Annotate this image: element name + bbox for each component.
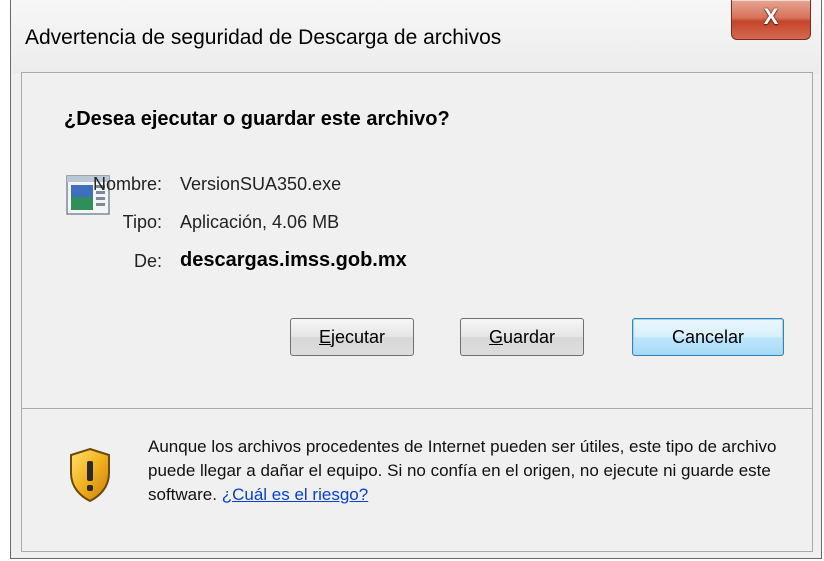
dialog-question: ¿Desea ejecutar o guardar este archivo?: [64, 108, 450, 130]
warning-section: Aunque los archivos procedentes de Inter…: [22, 409, 812, 551]
close-icon: X: [763, 4, 779, 29]
type-label: Tipo:: [122, 212, 162, 232]
run-button[interactable]: Ejecutar: [290, 318, 414, 356]
shield-warning-icon: [70, 447, 110, 503]
run-label-rest: jecutar: [330, 327, 386, 347]
title-bar[interactable]: Advertencia de seguridad de Descarga de …: [11, 0, 821, 74]
save-button[interactable]: Guardar: [460, 318, 584, 356]
warning-message: Aunque los archivos procedentes de Inter…: [148, 435, 788, 507]
download-security-dialog: Advertencia de seguridad de Descarga de …: [10, 0, 822, 559]
save-label-rest: uardar: [502, 327, 556, 347]
file-type-value: Aplicación, 4.06 MB: [180, 212, 340, 232]
file-source-value: descargas.imss.gob.mx: [180, 249, 407, 271]
window-title: Advertencia de seguridad de Descarga de …: [25, 26, 502, 49]
close-button[interactable]: X: [731, 0, 811, 40]
risk-link[interactable]: ¿Cuál es el riesgo?: [222, 485, 368, 504]
save-mnemonic: G: [488, 327, 503, 347]
dialog-content: ¿Desea ejecutar o guardar este archivo? …: [21, 72, 813, 552]
name-label: Nombre:: [92, 174, 162, 194]
run-mnemonic: E: [318, 327, 331, 347]
file-name-value: VersionSUA350.exe: [180, 174, 342, 194]
from-label: De:: [133, 251, 162, 271]
cancel-button[interactable]: Cancelar: [632, 318, 784, 356]
